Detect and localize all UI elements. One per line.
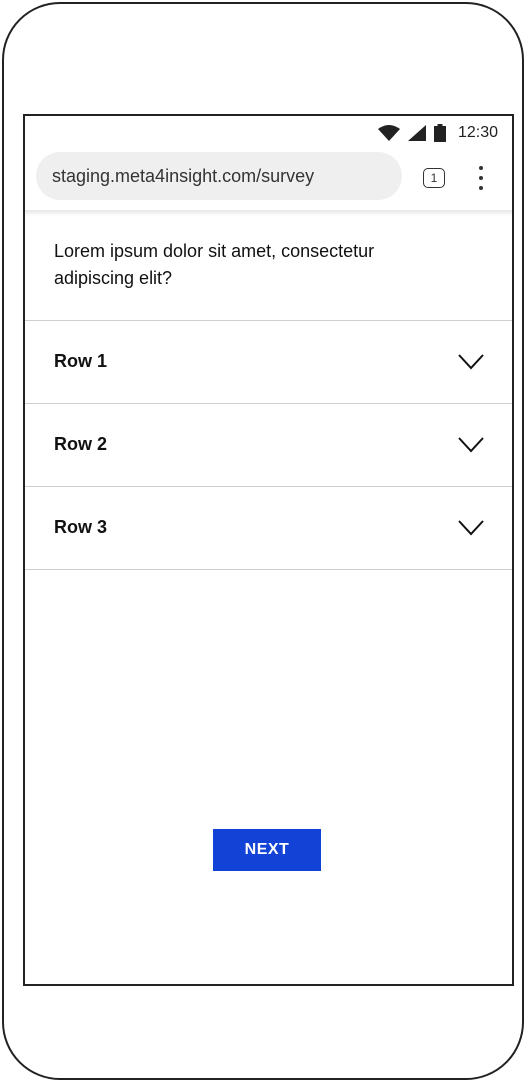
menu-dot	[479, 176, 483, 180]
chevron-down-icon[interactable]	[458, 520, 484, 541]
row-label: Row 1	[54, 351, 108, 371]
accordion-row-3[interactable]: Row 3	[25, 487, 512, 570]
status-icons: 12:30	[377, 124, 498, 142]
row-label: Row 3	[54, 517, 108, 537]
phone-frame: 12:30 staging.meta4insight.com/survey 1 …	[2, 2, 524, 1080]
accordion-row-2[interactable]: Row 2	[25, 404, 512, 487]
chevron-down-icon[interactable]	[458, 437, 484, 458]
menu-dot	[479, 166, 483, 170]
chevron-down-icon[interactable]	[458, 354, 484, 375]
status-bar: 12:30	[25, 116, 512, 152]
url-text: staging.meta4insight.com/survey	[52, 165, 315, 186]
survey-question: Lorem ipsum dolor sit amet, consectetur …	[54, 241, 375, 288]
signal-icon	[407, 125, 426, 141]
address-bar[interactable]: staging.meta4insight.com/survey	[36, 152, 402, 200]
next-button[interactable]: NEXT	[213, 829, 321, 871]
status-time: 12:30	[457, 124, 498, 141]
row-label: Row 2	[54, 434, 108, 454]
battery-icon	[433, 124, 446, 142]
more-vert-icon[interactable]	[475, 166, 487, 190]
accordion-row-1[interactable]: Row 1	[25, 321, 512, 404]
menu-dot	[479, 186, 483, 190]
phone-screen: 12:30 staging.meta4insight.com/survey 1 …	[23, 114, 514, 986]
wifi-icon	[377, 125, 400, 141]
toolbar-shadow	[25, 210, 512, 216]
tab-switcher-button[interactable]: 1	[423, 168, 445, 188]
accordion-list: Row 1 Row 2 Row 3	[25, 320, 512, 570]
